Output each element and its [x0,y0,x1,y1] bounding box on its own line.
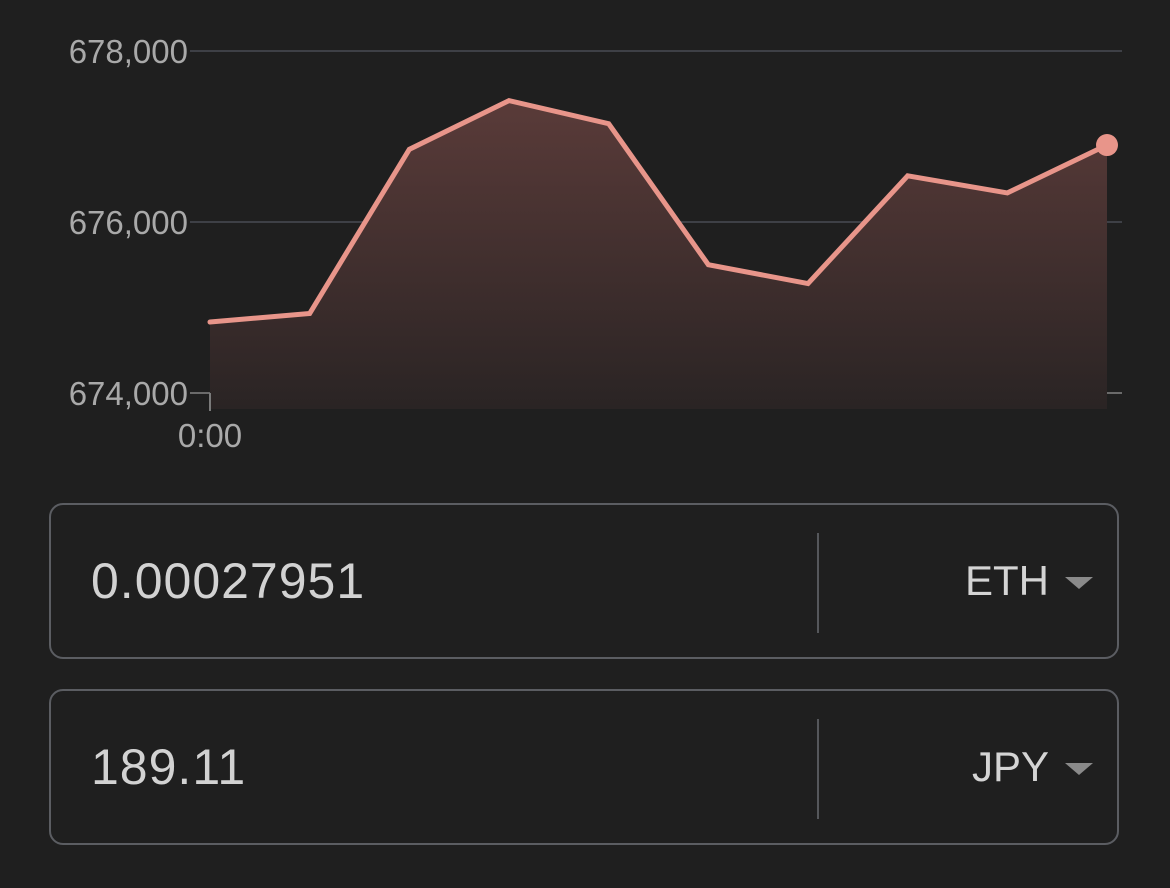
row-divider [817,533,819,633]
crypto-amount-input[interactable] [91,505,791,657]
latest-price-point [1096,134,1118,157]
crypto-currency-dropdown[interactable]: ETH [965,505,1093,657]
price-chart: 674,000 676,000 678,000 0:00 [69,33,1122,454]
fiat-amount-row: JPY [49,689,1119,845]
chart-area [207,97,1118,409]
y-tick-label: 678,000 [69,33,188,70]
y-tick-label: 674,000 [69,375,188,412]
fiat-currency-dropdown[interactable]: JPY [972,691,1093,843]
caret-down-icon [1065,763,1093,775]
fiat-currency-label: JPY [971,743,1049,790]
x-tick-label: 0:00 [178,417,242,454]
caret-down-icon [1065,577,1093,589]
row-divider [817,719,819,819]
y-tick-label: 676,000 [69,204,188,241]
crypto-currency-label: ETH [965,557,1049,604]
crypto-amount-row: ETH [49,503,1119,659]
fiat-amount-input[interactable] [91,691,791,843]
